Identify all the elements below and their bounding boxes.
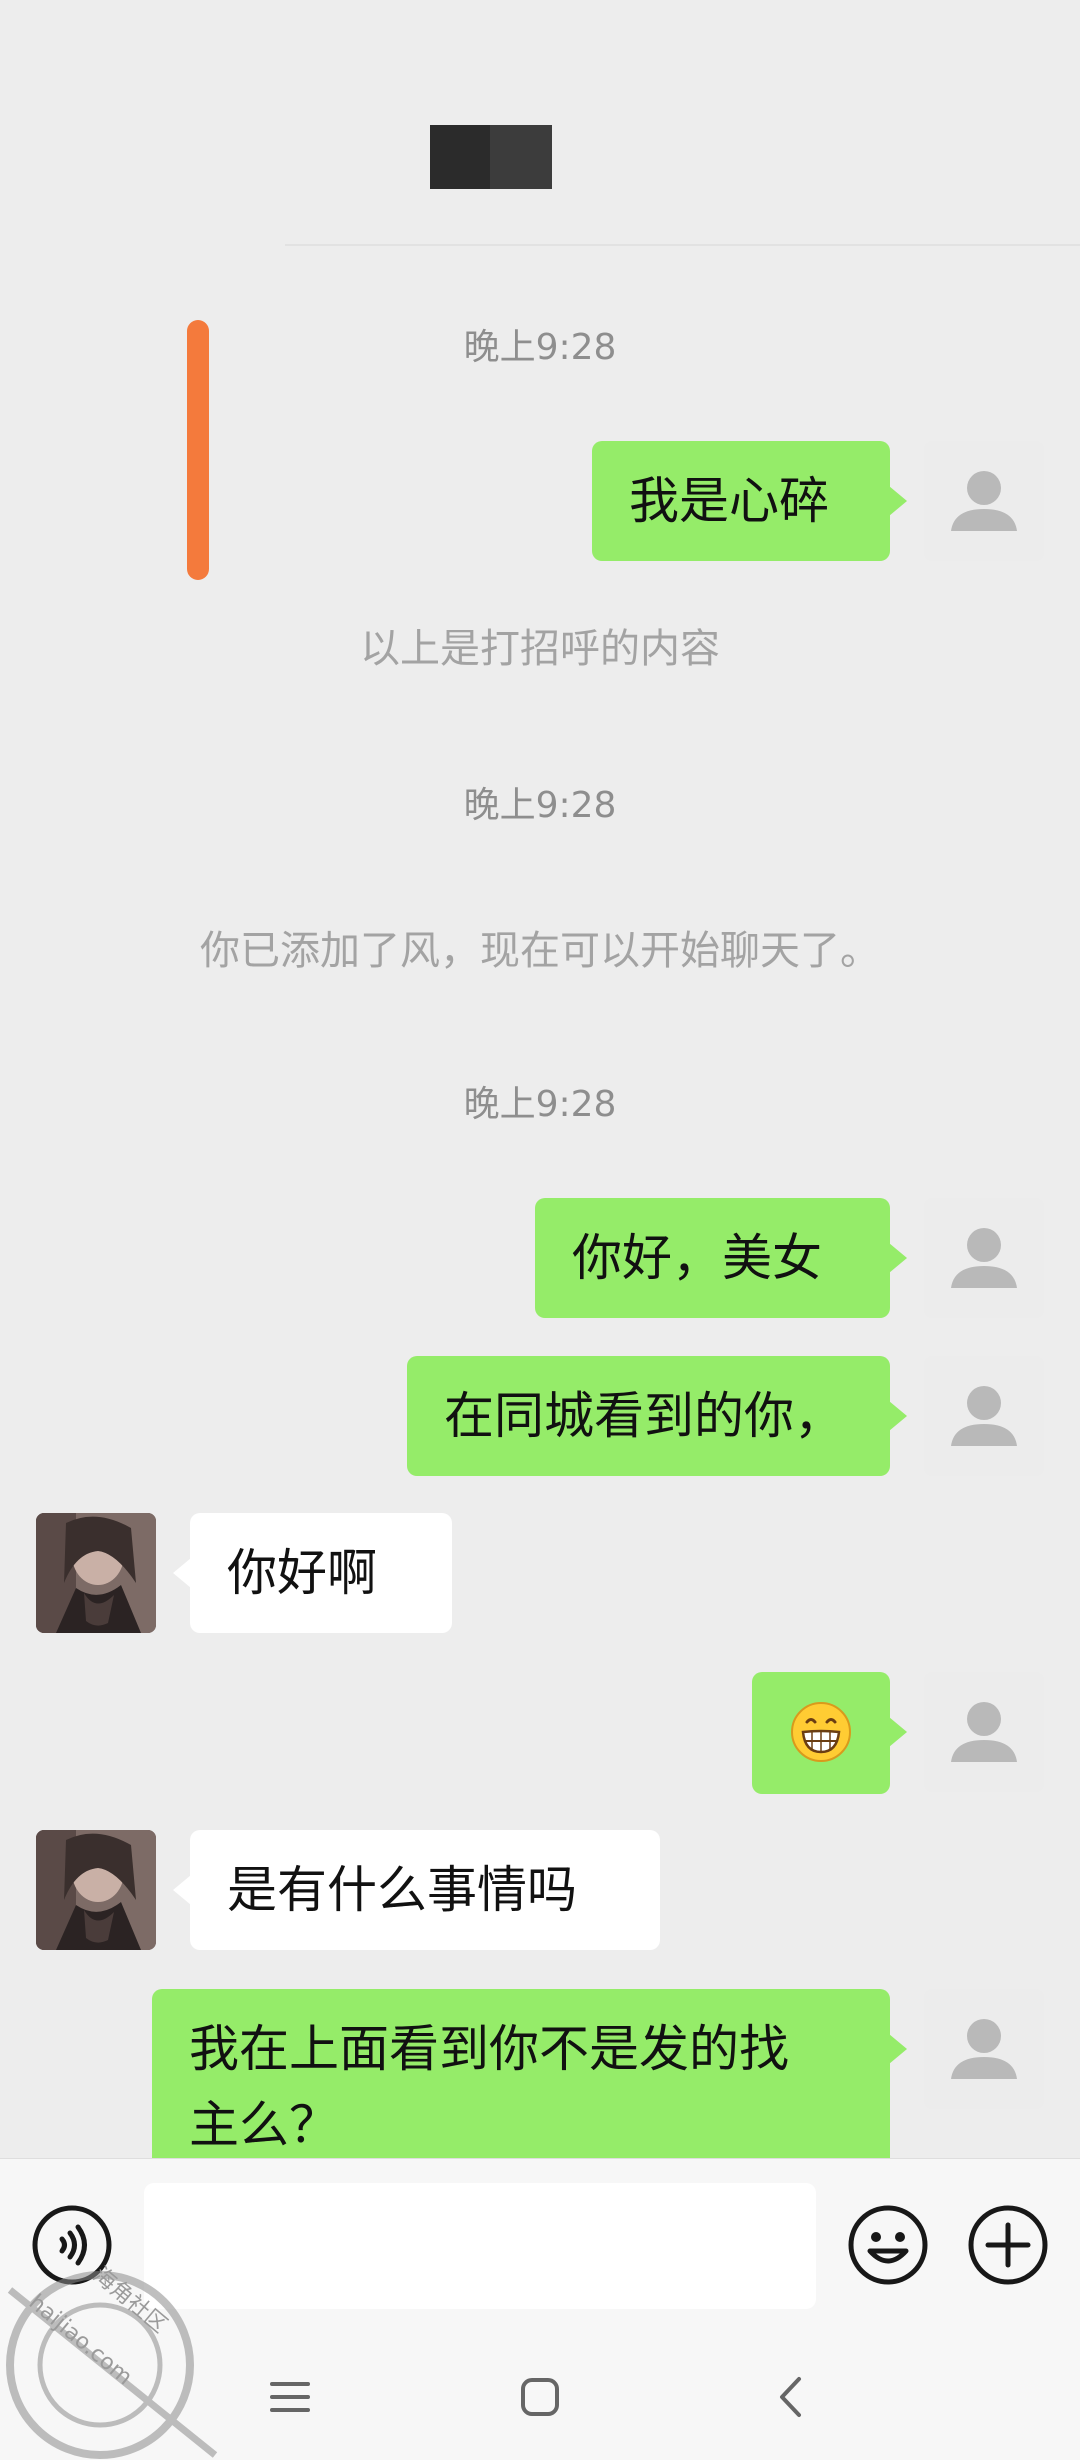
contact-photo [36,1513,156,1633]
message-text-line: 我在上面看到你不是发的找 [189,2020,789,2078]
message-text: 你好啊 [227,1544,377,1602]
message-bubble-received[interactable]: 是有什么事情吗 [173,1830,660,1950]
redacted-contact-name [430,125,552,189]
default-avatar-icon [951,1702,1017,1762]
emoji-button[interactable] [846,2203,930,2287]
message-bubble-sent[interactable]: 在同城看到的你， [407,1356,907,1476]
contact-avatar[interactable] [36,1513,156,1633]
message-text: 你好，美女 [572,1229,822,1287]
my-avatar[interactable] [924,1989,1044,2109]
my-avatar[interactable] [924,1672,1044,1792]
my-avatar[interactable] [924,1198,1044,1318]
timestamp: 晚上9:28 [463,327,617,368]
home-icon [521,2378,559,2416]
timestamp: 晚上9:28 [463,785,617,826]
default-avatar-icon [951,1228,1017,1288]
default-avatar-icon [951,1386,1017,1446]
message-text: 是有什么事情吗 [227,1861,577,1919]
menu-icon [270,2382,310,2412]
back-icon [780,2377,801,2417]
friend-added-notice: 你已添加了风，现在可以开始聊天了。 [200,928,880,974]
my-avatar[interactable] [924,441,1044,561]
grinning-face-emoji-icon [791,1702,851,1762]
header-divider [285,244,1080,246]
more-options-button[interactable] [966,2203,1050,2287]
default-avatar-icon [951,471,1017,531]
contact-avatar[interactable] [36,1830,156,1950]
timestamp: 晚上9:28 [463,1084,617,1125]
message-text: 我是心碎 [629,472,829,530]
emoji-icon [848,2205,928,2285]
message-input[interactable] [144,2183,816,2309]
message-text-line: 主么？ [189,2096,339,2154]
default-avatar-icon [951,2019,1017,2079]
chat-header [0,0,1080,245]
message-bubble-received[interactable]: 你好啊 [173,1513,452,1633]
plus-icon [968,2205,1048,2285]
message-bubble-sent[interactable]: 我是心碎 [592,441,907,561]
recent-apps-button[interactable] [255,2362,325,2432]
contact-photo [36,1830,156,1950]
message-bubble-sent[interactable] [752,1672,907,1794]
message-text: 在同城看到的你， [444,1387,844,1445]
home-button[interactable] [505,2362,575,2432]
message-bubble-sent[interactable]: 你好，美女 [535,1198,907,1318]
back-button[interactable] [755,2362,825,2432]
my-avatar[interactable] [924,1356,1044,1476]
greeting-notice: 以上是打招呼的内容 [360,626,720,672]
